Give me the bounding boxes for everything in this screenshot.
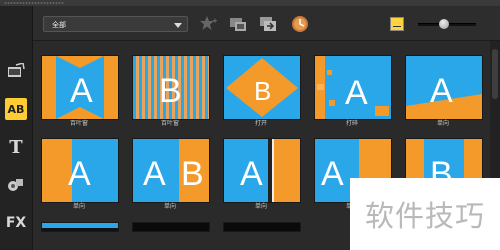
svg-text:A: A [430,72,453,110]
zoom-slider-knob[interactable] [439,19,450,29]
scrollbar-thumb[interactable] [492,49,498,99]
favorite-add-icon[interactable]: + [199,15,217,33]
svg-text:A: A [68,155,91,193]
chevron-down-icon [174,23,182,28]
transition-label: 单向 [436,120,449,127]
category-dropdown-value: 全部 [52,21,66,29]
transition-label: 单向 [254,203,267,210]
svg-text:A: A [143,155,166,193]
transition-thumbnail[interactable] [41,222,119,232]
sidebar: AB T FX [0,6,33,250]
svg-text:B: B [159,72,182,110]
svg-text:A: A [345,74,368,112]
svg-text:B: B [254,76,271,106]
transition-thumbnail[interactable] [223,222,301,232]
transition-thumbnail[interactable]: A [41,55,119,120]
export-icon[interactable] [259,15,277,33]
zoom-slider[interactable] [418,19,476,29]
transition-label: 单向 [163,203,176,210]
transition-icon[interactable]: AB [5,98,27,120]
transition-thumbnail[interactable]: A [223,138,301,203]
svg-text:B: B [181,155,204,193]
graphics-icon[interactable] [5,174,27,196]
transition-label: 打碎 [345,120,358,127]
svg-text:A: A [240,155,263,193]
title-icon[interactable]: T [5,136,27,158]
filter-icon[interactable]: FX [5,212,27,234]
transition-thumbnail[interactable]: B [223,55,301,120]
transition-thumbnail[interactable]: A [314,55,392,120]
watermark-overlay: 软件技巧 [350,178,500,250]
transition-label: 百叶窗 [160,120,179,127]
transition-thumbnail[interactable]: B [132,55,210,120]
transition-thumbnail[interactable] [132,222,210,232]
transition-label: 百叶窗 [69,120,88,127]
svg-text:+: + [212,17,217,25]
list-view-icon[interactable] [390,17,404,31]
transition-thumbnail[interactable]: A [405,55,483,120]
transition-label: 单向 [72,203,85,210]
svg-text:A: A [321,155,344,193]
grip-dots [4,2,64,4]
transition-thumbnail[interactable]: A B [132,138,210,203]
media-icon[interactable] [5,60,27,82]
transition-label: 打开 [254,120,267,127]
category-dropdown[interactable]: 全部 [43,16,188,32]
svg-text:A: A [70,72,93,110]
clock-icon[interactable] [291,15,309,33]
transition-thumbnail[interactable]: A [41,138,119,203]
library-toolbar: 全部 + [33,6,500,41]
import-icon[interactable] [229,15,247,33]
